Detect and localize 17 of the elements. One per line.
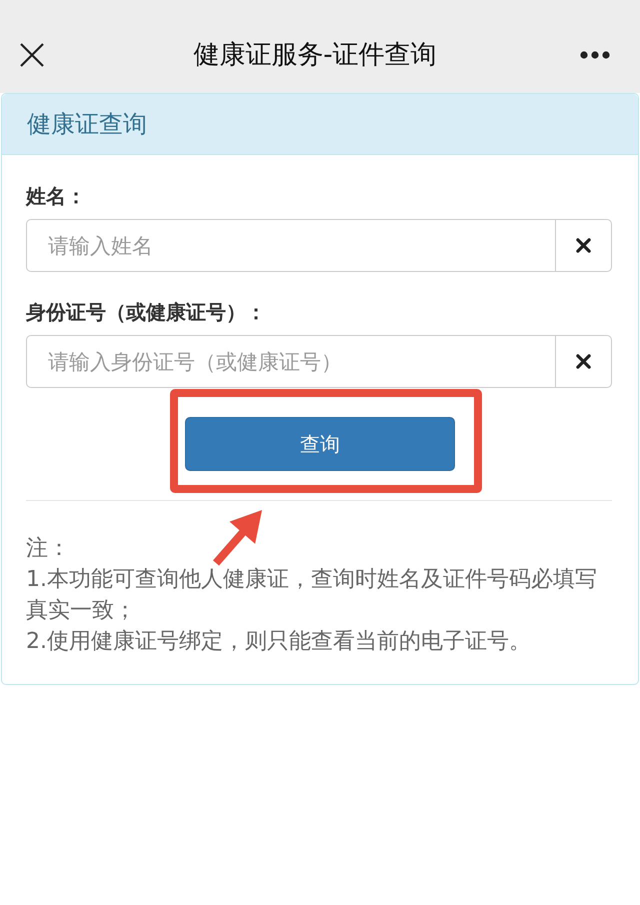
clear-icon bbox=[576, 354, 591, 369]
clear-icon bbox=[576, 238, 591, 253]
field-label: 身份证号（或健康证号）： bbox=[26, 299, 266, 326]
page-title: 健康证服务-证件查询 bbox=[193, 38, 437, 72]
note-text: 2.使用健康证号绑定，则只能查看当前的电子证号。 bbox=[26, 628, 532, 656]
close-icon[interactable] bbox=[20, 42, 44, 66]
pointer-arrow bbox=[212, 510, 262, 566]
query-button[interactable]: 查询 bbox=[185, 417, 455, 471]
input-field[interactable]: 请输入姓名 bbox=[26, 219, 555, 272]
note-text: 1.本功能可查询他人健康证，查询时姓名及证件号码必填写真实一致； bbox=[26, 566, 598, 625]
field-label: 姓名： bbox=[26, 183, 86, 210]
clear-button[interactable] bbox=[555, 335, 612, 388]
panel-title: 健康证查询 bbox=[27, 109, 147, 140]
note-title: 注： bbox=[26, 535, 70, 563]
more-icon[interactable] bbox=[580, 50, 610, 58]
input-field[interactable]: 请输入身份证号（或健康证号） bbox=[26, 335, 555, 388]
clear-button[interactable] bbox=[555, 219, 612, 272]
